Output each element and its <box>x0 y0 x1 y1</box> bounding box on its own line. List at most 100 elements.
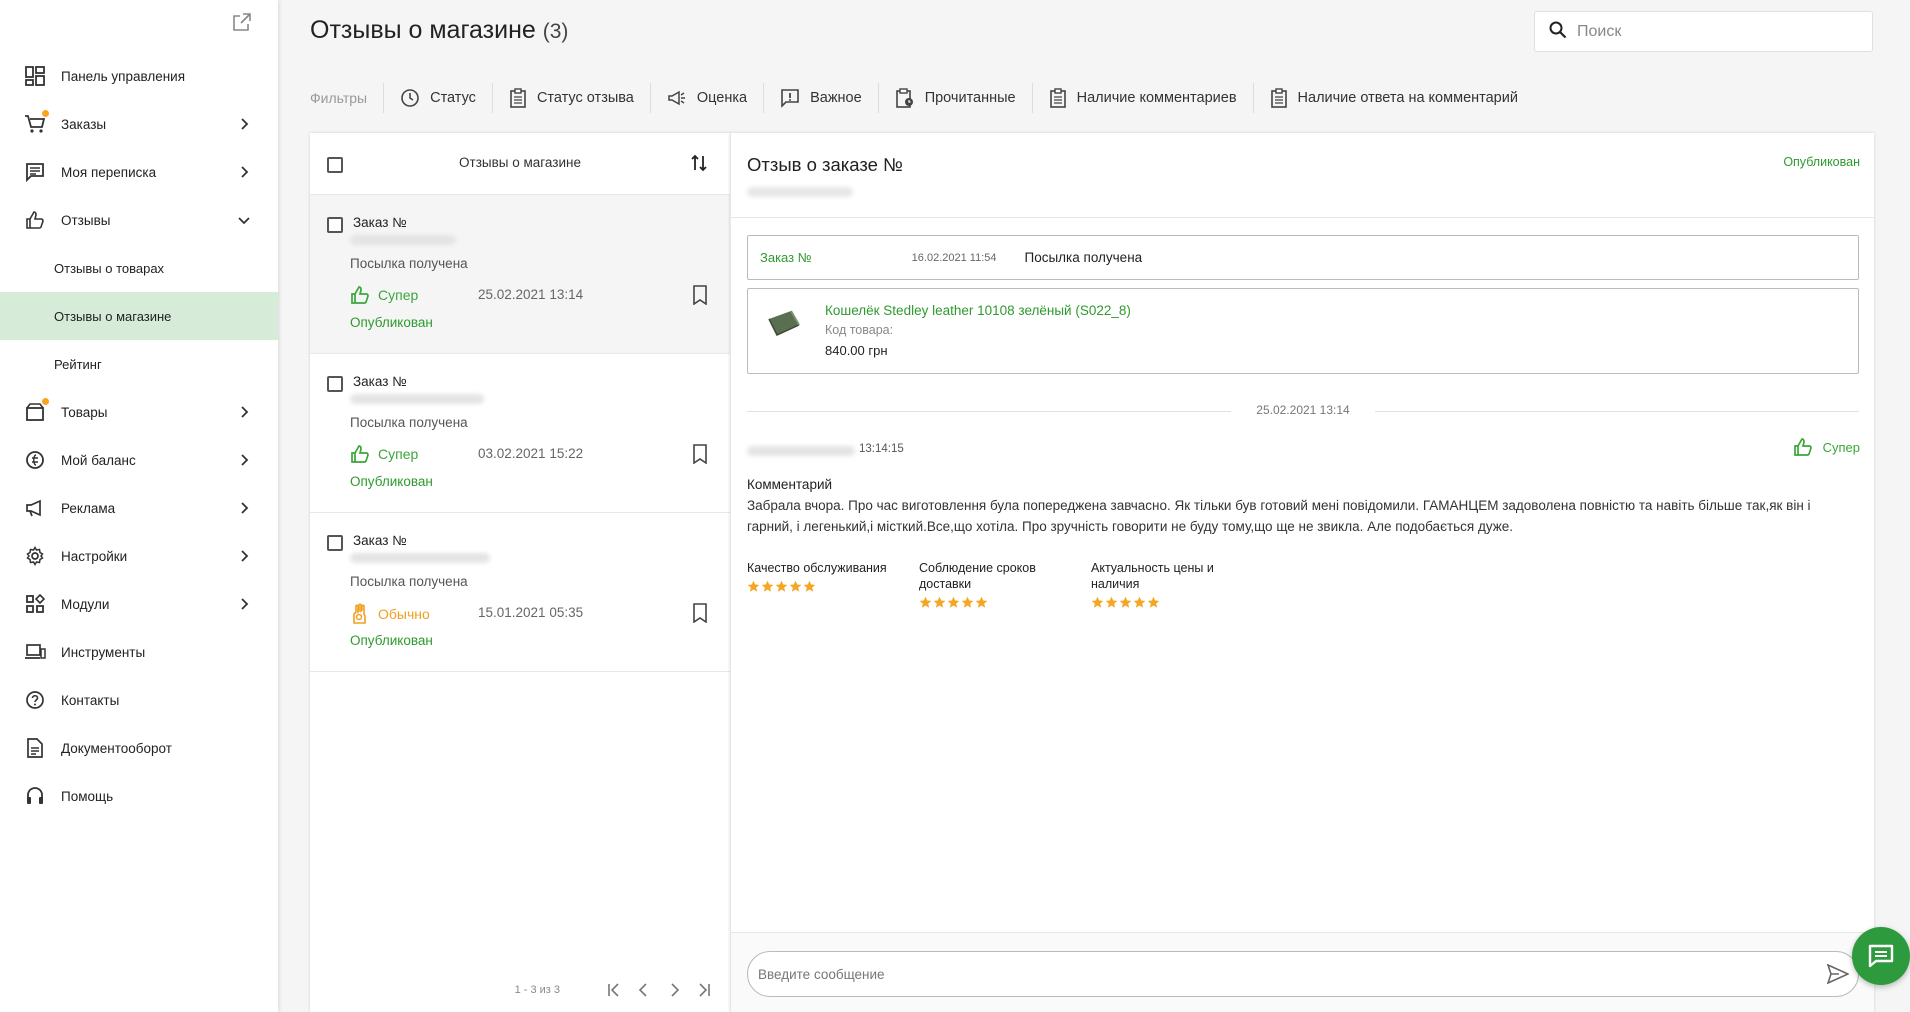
sidebar-item-label: Настройки <box>61 548 128 564</box>
review-checkbox[interactable] <box>327 376 343 392</box>
filter-label: Статус отзыва <box>536 90 634 106</box>
order-link[interactable]: Заказ № <box>760 250 812 265</box>
clipboard-icon <box>1049 88 1066 108</box>
product-info-box: Кошелёк Stedley leather 10108 зелёный (S… <box>747 288 1859 374</box>
sidebar-item-label: Заказы <box>61 116 107 132</box>
review-delivery-status: Посылка получена <box>350 574 468 589</box>
comment-label: Комментарий <box>747 477 833 492</box>
chevron-down-icon <box>236 212 252 228</box>
gear-icon <box>23 544 47 568</box>
page-title-text: Отзывы о магазине <box>310 16 536 44</box>
filter-label: Статус <box>430 90 476 106</box>
sidebar-item-dashboard[interactable]: Панель управления <box>0 52 278 100</box>
filter-important[interactable]: Важное <box>764 83 879 113</box>
sidebar-item-orders[interactable]: Заказы <box>0 100 278 148</box>
date-divider-label: 25.02.2021 13:14 <box>1231 403 1375 417</box>
star-icon <box>919 596 932 608</box>
sidebar-item-products[interactable]: Товары <box>0 388 278 436</box>
filter-label: Прочитанные <box>924 90 1016 106</box>
product-name-link[interactable]: Кошелёк Stedley leather 10108 зелёный (S… <box>825 303 1131 318</box>
open-external-icon[interactable] <box>232 12 252 32</box>
review-published-status: Опубликован <box>350 474 433 489</box>
notification-dot <box>42 110 49 117</box>
sidebar-item-documents[interactable]: Документооборот <box>0 724 278 772</box>
megaphone-icon <box>668 90 685 106</box>
criterion-delivery-time: Соблюдение сроков доставки <box>919 560 1059 609</box>
sidebar-item-settings[interactable]: Настройки <box>0 532 278 580</box>
notification-dot <box>42 398 49 405</box>
filter-has-comments[interactable]: Наличие комментариев <box>1033 83 1254 113</box>
search-icon <box>1549 21 1567 42</box>
sidebar-item-tools[interactable]: Инструменты <box>0 628 278 676</box>
sidebar-item-ads[interactable]: Реклама <box>0 484 278 532</box>
next-page-icon[interactable] <box>662 978 686 1002</box>
sidebar-item-balance[interactable]: Мой баланс <box>0 436 278 484</box>
search-input[interactable] <box>1577 22 1857 41</box>
sidebar-item-label: Моя переписка <box>61 164 157 180</box>
sidebar-item-help[interactable]: Помощь <box>0 772 278 820</box>
star-icon <box>1119 596 1132 608</box>
list-title: Отзывы о магазине <box>459 155 581 170</box>
filter-rating[interactable]: Оценка <box>651 83 765 113</box>
filter-has-reply[interactable]: Наличие ответа на комментарий <box>1254 83 1534 113</box>
list-header: Отзывы о магазине <box>310 133 730 195</box>
help-circle-icon <box>23 688 47 712</box>
filter-review-status[interactable]: Статус отзыва <box>493 83 651 113</box>
sort-icon[interactable] <box>690 153 708 176</box>
sidebar-item-contacts[interactable]: Контакты <box>0 676 278 724</box>
sidebar-subitem-store-reviews[interactable]: Отзывы о магазине <box>0 292 278 340</box>
sidebar-subitem-rating[interactable]: Рейтинг <box>0 340 278 388</box>
sidebar-item-reviews[interactable]: Отзывы <box>0 196 278 244</box>
order-date: 16.02.2021 11:54 <box>911 251 997 264</box>
review-order: Заказ № <box>353 533 407 548</box>
message-input-wrap[interactable] <box>747 951 1859 997</box>
search-box[interactable] <box>1534 11 1873 52</box>
bookmark-icon[interactable] <box>692 603 708 626</box>
prev-page-icon[interactable] <box>632 978 656 1002</box>
review-list-item[interactable]: Заказ № Посылка получена Супер 03.02.202… <box>310 354 730 513</box>
star-icon <box>1091 596 1104 608</box>
criterion-label: Качество обслуживания <box>747 561 887 575</box>
sidebar-item-messages[interactable]: Моя переписка <box>0 148 278 196</box>
filter-status[interactable]: Статус <box>384 83 493 113</box>
sidebar-subitem-product-reviews[interactable]: Отзывы о товарах <box>0 244 278 292</box>
last-page-icon[interactable] <box>692 978 716 1002</box>
headset-icon <box>23 784 47 808</box>
filter-label: Наличие ответа на комментарий <box>1297 90 1518 106</box>
blurred-customer-name <box>350 394 484 404</box>
criterion-price-relevance: Актуальность цены и наличия <box>1091 560 1231 609</box>
chat-fab-button[interactable] <box>1852 927 1910 985</box>
blurred-customer-name <box>350 235 456 245</box>
clock-icon <box>401 89 419 107</box>
review-date: 25.02.2021 13:14 <box>478 287 584 302</box>
review-list-item[interactable]: Заказ № Посылка получена Супер 25.02.202… <box>310 195 730 354</box>
review-order: Заказ № <box>353 374 407 389</box>
sidebar: Панель управления Заказы Моя переписка О… <box>0 0 278 1012</box>
review-checkbox[interactable] <box>327 535 343 551</box>
filter-read[interactable]: Прочитанные <box>879 83 1033 113</box>
alert-message-icon <box>781 89 799 108</box>
send-icon[interactable] <box>1824 960 1852 988</box>
product-thumbnail[interactable] <box>764 305 804 345</box>
bookmark-icon[interactable] <box>692 285 708 308</box>
criterion-label: Актуальность цены и наличия <box>1091 561 1214 591</box>
sidebar-item-label: Инструменты <box>61 644 146 660</box>
thumb-up-icon <box>1793 438 1812 456</box>
review-date: 15.01.2021 05:35 <box>478 605 584 620</box>
comment-rating: Супер <box>1793 437 1860 457</box>
message-input[interactable] <box>758 966 1824 982</box>
review-checkbox[interactable] <box>327 217 343 233</box>
devices-icon <box>23 640 47 664</box>
sidebar-item-label: Отзывы <box>61 212 111 228</box>
chevron-right-icon <box>236 596 252 612</box>
review-rating: Обычно <box>350 603 430 625</box>
clipboard-icon <box>1270 88 1287 108</box>
star-icon <box>1105 596 1118 608</box>
bookmark-icon[interactable] <box>692 444 708 467</box>
sidebar-item-modules[interactable]: Модули <box>0 580 278 628</box>
review-list-item[interactable]: Заказ № Посылка получена Обычно 15.01.20… <box>310 513 730 672</box>
review-published-status: Опубликован <box>350 315 433 330</box>
first-page-icon[interactable] <box>602 978 626 1002</box>
thumb-up-icon <box>351 445 369 463</box>
star-icon <box>975 596 988 608</box>
